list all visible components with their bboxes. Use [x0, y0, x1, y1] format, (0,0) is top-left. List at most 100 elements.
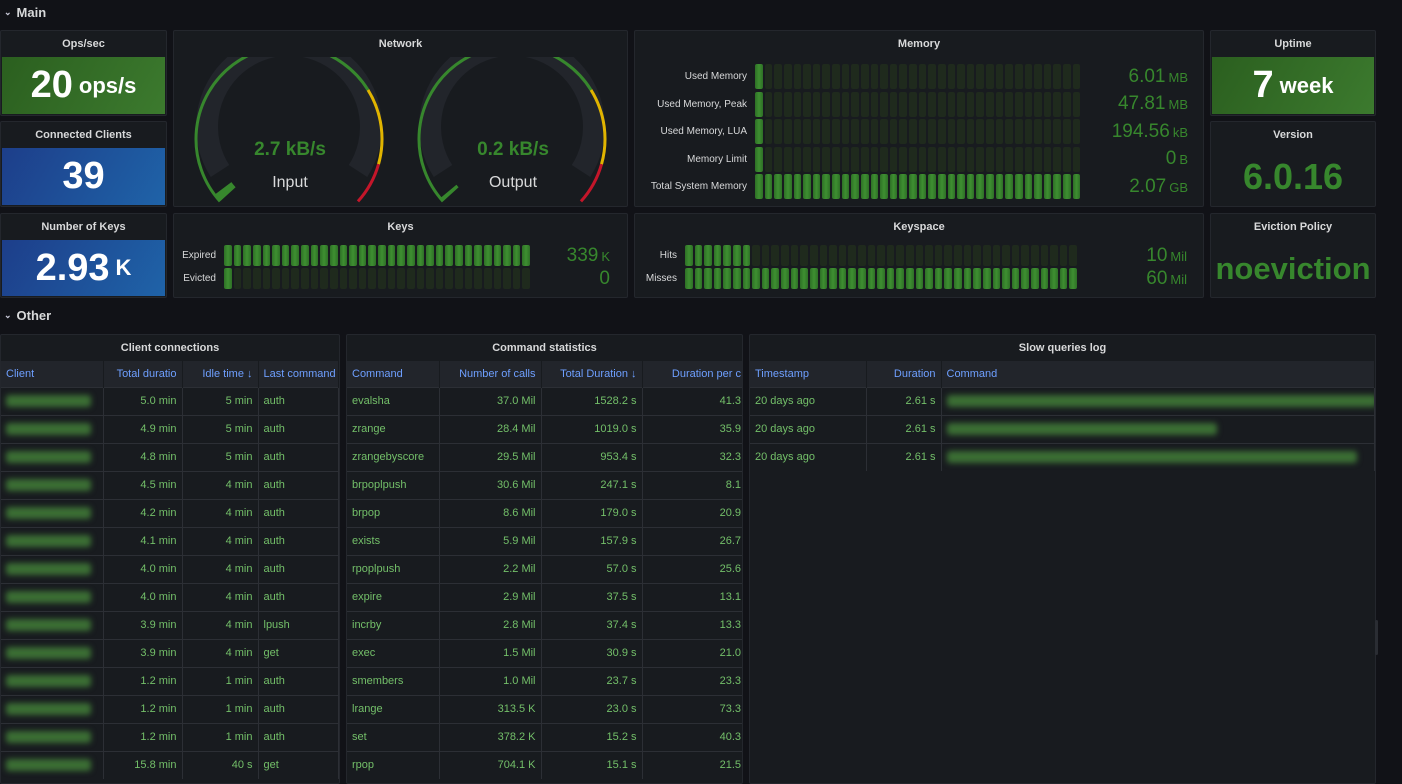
column-header[interactable]: Duration [866, 361, 942, 387]
table-row[interactable]: 3.9 min 4 min get [1, 638, 339, 667]
table-cell [941, 414, 1375, 443]
bar-value: 339 K [530, 245, 610, 267]
bar-cell [860, 91, 869, 117]
panel-title: Version [1273, 129, 1313, 141]
table-row[interactable]: zrangebyscore 29.5 Mil 953.4 s 32.3 [347, 442, 742, 471]
table-cell: smembers [347, 666, 440, 695]
table-row[interactable]: 4.0 min 4 min auth [1, 554, 339, 583]
column-header[interactable]: Duration per c [642, 361, 742, 387]
table-row[interactable]: lrange 313.5 K 23.0 s 73.3 [347, 694, 742, 723]
bar-gauge-row: Used Memory, Peak 47.81 MB [635, 91, 1200, 117]
table-cell: 704.1 K [439, 750, 542, 779]
table-row[interactable]: 4.1 min 4 min auth [1, 526, 339, 555]
table-cell: 2.61 s [866, 442, 942, 471]
chevron-down-icon: ⌄ [4, 6, 12, 17]
table-row[interactable]: zrange 28.4 Mil 1019.0 s 35.9 [347, 414, 742, 443]
bar-cell [957, 64, 965, 89]
column-header[interactable]: Total Duration ↓ [541, 361, 643, 387]
table-row[interactable]: exists 5.9 Mil 157.9 s 26.7 [347, 526, 742, 555]
table-row[interactable]: rpoplpush 2.2 Mil 57.0 s 25.6 [347, 554, 742, 583]
bar-cell [764, 64, 773, 89]
table-cell: 378.2 K [439, 722, 542, 751]
bar-cell [812, 91, 821, 117]
table-row[interactable]: set 378.2 K 15.2 s 40.3 [347, 722, 742, 751]
table-row[interactable]: evalsha 37.0 Mil 1528.2 s 41.3 [347, 386, 742, 415]
table-row[interactable]: 1.2 min 1 min auth [1, 666, 339, 695]
row-header-other[interactable]: ⌄ Other [0, 303, 51, 327]
table-row[interactable]: expire 2.9 Mil 37.5 s 13.1 [347, 582, 742, 611]
table-row[interactable]: incrby 2.8 Mil 37.4 s 13.3 [347, 610, 742, 639]
column-header[interactable]: Command [347, 361, 440, 387]
table-cell [1, 694, 104, 723]
bar-cell [889, 64, 898, 89]
bar-cell [982, 268, 991, 289]
bar-cell [783, 119, 792, 144]
table-row[interactable]: smembers 1.0 Mil 23.7 s 23.3 [347, 666, 742, 695]
table-cell: 1 min [182, 694, 259, 723]
column-header[interactable]: Last command [258, 361, 339, 387]
bar-cell [1005, 64, 1013, 89]
table-row[interactable]: 4.0 min 4 min auth [1, 582, 339, 611]
bar-cell [1053, 174, 1061, 199]
table-row[interactable]: 4.2 min 4 min auth [1, 498, 339, 527]
command-stats-panel: Command statistics Command Number of call… [346, 334, 743, 784]
bar-cell [963, 245, 972, 266]
bar-gauge-row: Total System Memory 2.07 GB [635, 174, 1200, 199]
stat-value: noeviction [1215, 250, 1371, 286]
bar-cell [783, 146, 792, 172]
bar-cell [860, 64, 869, 89]
table-cell: 1.2 min [103, 666, 183, 695]
bar-cell [928, 146, 936, 172]
column-header[interactable]: Client [1, 361, 104, 387]
bar-value-number: 0 [1165, 148, 1177, 169]
bar-cell [1024, 91, 1033, 117]
panel-title: Slow queries log [1018, 342, 1107, 354]
table-cell: 4 min [182, 470, 259, 499]
table-cell: auth [258, 666, 339, 695]
table-cell: 1.2 min [103, 722, 183, 751]
bar-cell [800, 268, 808, 289]
bar-cell [947, 91, 956, 117]
redacted-text [6, 535, 91, 548]
table-row[interactable]: 4.5 min 4 min auth [1, 470, 339, 499]
table-row[interactable]: 3.9 min 4 min lpush [1, 610, 339, 639]
scrollbar[interactable] [1375, 620, 1378, 655]
table-cell: auth [258, 470, 339, 499]
table-cell: 4.0 min [103, 582, 183, 611]
row-header-main[interactable]: ⌄ Main [0, 0, 46, 24]
table-row[interactable]: 1.2 min 1 min auth [1, 722, 339, 751]
table-row[interactable]: 20 days ago 2.61 s [750, 414, 1375, 443]
version-stat: 6.0.16 [1211, 148, 1375, 206]
bar-cell [822, 119, 830, 144]
table-row[interactable]: 20 days ago 2.61 s [750, 386, 1375, 415]
column-header[interactable]: Idle time ↓ [182, 361, 259, 387]
bar-cell [947, 64, 956, 89]
table-cell [1, 554, 104, 583]
table-cell: 29.5 Mil [439, 442, 542, 471]
table-row[interactable]: 4.9 min 5 min auth [1, 414, 339, 443]
table-row[interactable]: rpop 704.1 K 15.1 s 21.5 [347, 750, 742, 779]
column-header[interactable]: Command [941, 361, 1375, 387]
bar-cell [272, 245, 280, 266]
bar-cell [909, 174, 917, 199]
bar-cell [829, 245, 837, 266]
bar-cell [1002, 245, 1010, 266]
bar-cell [1043, 91, 1052, 117]
column-header[interactable]: Timestamp [750, 361, 867, 387]
table-row[interactable]: 5.0 min 5 min auth [1, 386, 339, 415]
bar-cell [957, 119, 965, 144]
bar-cell [870, 146, 879, 172]
table-row[interactable]: 1.2 min 1 min auth [1, 694, 339, 723]
table-row[interactable]: exec 1.5 Mil 30.9 s 21.0 [347, 638, 742, 667]
table-row[interactable]: brpoplpush 30.6 Mil 247.1 s 8.1 [347, 470, 742, 499]
bar-label: Hits [659, 250, 677, 261]
column-header[interactable]: Number of calls [439, 361, 542, 387]
bar-cell [339, 245, 348, 266]
column-header[interactable]: Total duratio [103, 361, 183, 387]
table-row[interactable]: brpop 8.6 Mil 179.0 s 20.9 [347, 498, 742, 527]
table-row[interactable]: 15.8 min 40 s get [1, 750, 339, 779]
table-cell: 1.0 Mil [439, 666, 542, 695]
bar-cell [483, 245, 492, 266]
table-row[interactable]: 20 days ago 2.61 s [750, 442, 1375, 471]
table-row[interactable]: 4.8 min 5 min auth [1, 442, 339, 471]
